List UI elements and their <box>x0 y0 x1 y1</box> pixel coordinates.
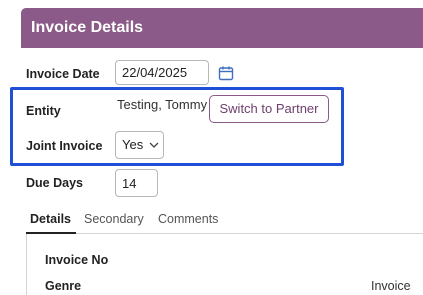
entity-joint-highlight <box>10 87 344 166</box>
due-days-label: Due Days <box>26 176 83 190</box>
invoice-date-label: Invoice Date <box>26 67 100 81</box>
calendar-icon[interactable] <box>218 65 234 81</box>
tab-secondary[interactable]: Secondary <box>84 212 144 226</box>
invoice-date-input[interactable] <box>115 60 209 85</box>
due-days-input[interactable] <box>115 169 158 197</box>
tab-comments[interactable]: Comments <box>158 212 218 226</box>
details-left-border <box>26 234 27 295</box>
tab-active-underline <box>26 232 76 234</box>
panel-title: Invoice Details <box>21 8 423 48</box>
genre-label: Genre <box>45 279 82 293</box>
invoice-no-label: Invoice No <box>45 253 109 267</box>
tab-details[interactable]: Details <box>30 212 71 226</box>
tab-divider <box>26 233 423 234</box>
genre-value: Invoice <box>371 279 411 293</box>
